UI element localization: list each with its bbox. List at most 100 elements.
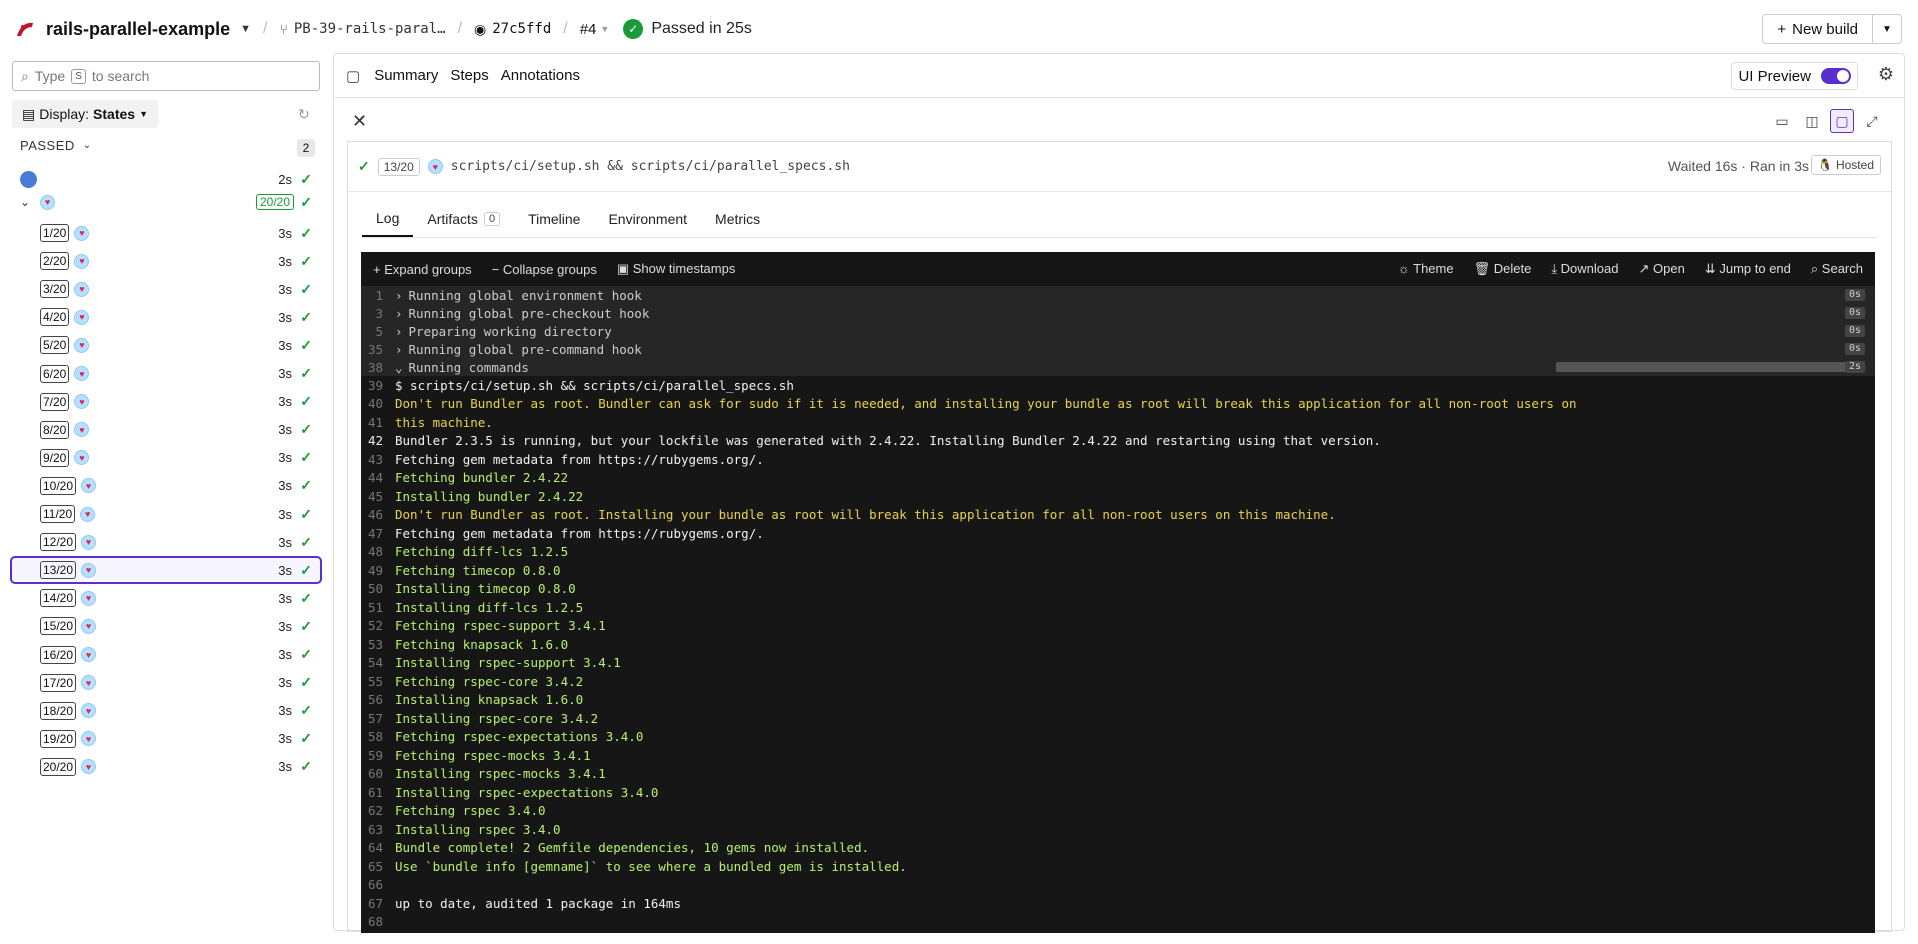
check-icon: ✓ (300, 308, 312, 325)
sidebar-job-item[interactable]: 20/20 ♥ 3s ✓ (12, 755, 320, 779)
sidebar-job-item[interactable]: 7/20 ♥ 3s ✓ (12, 390, 320, 414)
heart-emoji-icon: ♥ (74, 337, 90, 353)
job-index-chip: 6/20 (40, 364, 70, 383)
gear-icon[interactable]: ⚙ (1878, 64, 1894, 85)
full-panel-icon[interactable]: ▢ (1830, 109, 1854, 133)
sidebar-job-item[interactable]: 1/20 ♥ 3s ✓ (12, 221, 320, 245)
download-button[interactable]: ⤓ Download (1551, 261, 1618, 277)
passed-section-header[interactable]: PASSED ⌄ (20, 138, 92, 153)
sidebar-job-item[interactable]: 4/20 ♥ 3s ✓ (12, 305, 320, 329)
build-number[interactable]: #4 (580, 21, 597, 38)
heart-emoji-icon: ♥ (74, 253, 90, 269)
linux-icon: 🐧 (1817, 158, 1833, 172)
log-line: 47 Fetching gem metadata from https://rub… (361, 524, 1875, 543)
job-duration: 2s (278, 171, 292, 187)
sidebar-job-item[interactable]: 6/20 ♥ 3s ✓ (12, 362, 320, 386)
sidebar-toggle-icon[interactable]: ▢ (346, 67, 360, 85)
sidebar-job-item[interactable]: 5/20 ♥ 3s ✓ (12, 333, 320, 357)
refresh-icon[interactable]: ↻ (298, 106, 310, 123)
sidebar-parallel-group[interactable]: ⌄ ♥ 20/20 ✓ (20, 190, 320, 214)
jump-to-end-button[interactable]: ⇊ Jump to end (1705, 261, 1791, 277)
sidebar-job-item[interactable]: 3/20 ♥ 3s ✓ (12, 277, 320, 301)
heart-emoji-icon: ♥ (81, 759, 97, 775)
commit-link[interactable]: ◉ 27c5ffd (474, 21, 551, 38)
tab-annotations[interactable]: Annotations (501, 67, 580, 84)
log-line-text: Fetching rspec-support 3.4.1 (395, 618, 606, 634)
log-line-text: Bundler 2.3.5 is running, but your lockf… (395, 433, 1381, 449)
sidebar-job-item[interactable]: 19/20 ♥ 3s ✓ (12, 727, 320, 751)
line-number: 57 (367, 710, 383, 726)
sidebar-job-item[interactable]: 9/20 ♥ 3s ✓ (12, 446, 320, 470)
log-toolbar: + Expand groups − Collapse groups ▣ Show… (361, 252, 1875, 286)
log-group-title: Running global pre-checkout hook (408, 305, 650, 321)
search-log-button[interactable]: ⌕ Search (1811, 261, 1863, 277)
log-line-text: $ scripts/ci/setup.sh && scripts/ci/para… (395, 377, 794, 393)
ui-preview-switch[interactable] (1821, 68, 1851, 84)
log-line-text: Fetching gem metadata from https://rubyg… (395, 451, 764, 467)
collapse-groups-button[interactable]: − Collapse groups (492, 262, 597, 277)
display-states-button[interactable]: ▤ Display: States ▼ (12, 100, 158, 128)
sidebar-job-item[interactable]: 11/20 ♥ 3s ✓ (12, 502, 320, 526)
heart-emoji-icon: ♥ (81, 478, 97, 494)
log-line-text: Fetching diff-lcs 1.2.5 (395, 544, 569, 560)
job-duration: 3s (278, 337, 292, 353)
pipeline-name[interactable]: rails-parallel-example (46, 19, 230, 40)
line-number: 63 (367, 821, 383, 837)
sidebar-job-item[interactable]: 14/20 ♥ 3s ✓ (12, 586, 320, 610)
sidebar-job-item[interactable]: 2/20 ♥ 3s ✓ (12, 249, 320, 273)
expand-icon[interactable]: ⤢ (1860, 109, 1884, 133)
sidebar-job-item[interactable]: 16/20 ♥ 3s ✓ (12, 643, 320, 667)
build-dropdown-icon[interactable]: ▼ (600, 24, 609, 34)
log-group[interactable]: 38 ⌄ Running commands 2s (361, 358, 1875, 376)
tab-log[interactable]: Log (362, 200, 414, 237)
ui-preview-toggle[interactable]: UI Preview (1731, 62, 1858, 90)
split-bottom-icon[interactable]: ▭ (1770, 109, 1794, 133)
sidebar-job-item[interactable]: 12/20 ♥ 3s ✓ (12, 530, 320, 554)
job-duration: 3s (278, 534, 292, 550)
tab-summary[interactable]: Summary (374, 67, 438, 84)
log-line: 65 Use `bundle info [gemname]` to see whe… (361, 857, 1875, 876)
sidebar-job-item[interactable]: 13/20 ♥ 3s ✓ (10, 556, 322, 585)
log-group[interactable]: 1 › Running global environment hook 0s (361, 286, 1875, 304)
log-group[interactable]: 35 › Running global pre-command hook 0s (361, 340, 1875, 358)
new-build-button[interactable]: + New build (1763, 15, 1873, 43)
log-group[interactable]: 3 › Running global pre-checkout hook 0s (361, 304, 1875, 322)
sidebar-job-item[interactable]: 18/20 ♥ 3s ✓ (12, 699, 320, 723)
tab-steps[interactable]: Steps (450, 67, 488, 84)
sidebar-job-item[interactable]: 8/20 ♥ 3s ✓ (12, 418, 320, 442)
chevron-down-icon: ⌄ (395, 359, 403, 375)
sidebar-job-item[interactable]: 17/20 ♥ 3s ✓ (12, 671, 320, 695)
branch-link[interactable]: ⑂ PB-39-rails-paral… (279, 21, 445, 37)
artifacts-count: 0 (483, 211, 501, 226)
search-input[interactable]: ⌕ Type S to search (12, 61, 320, 91)
open-button[interactable]: ↗ Open (1639, 261, 1685, 277)
heart-emoji-icon: ♥ (74, 366, 90, 381)
sidebar-job-first[interactable]: 2s ✓ (20, 167, 320, 191)
sidebar-job-item[interactable]: 10/20 ♥ 3s ✓ (12, 474, 320, 498)
log-line: 53 Fetching knapsack 1.6.0 (361, 635, 1875, 654)
theme-button[interactable]: ☼ Theme (1398, 261, 1454, 277)
close-icon[interactable]: ✕ (352, 111, 367, 132)
job-index-chip: 15/20 (40, 617, 77, 636)
delete-button[interactable]: 🗑 Delete (1474, 261, 1532, 277)
bot-emoji-icon (20, 170, 37, 188)
log-group[interactable]: 5 › Preparing working directory 0s (361, 322, 1875, 340)
split-right-icon[interactable]: ◫ (1800, 109, 1824, 133)
separator: / (563, 20, 568, 37)
tab-timeline[interactable]: Timeline (514, 200, 594, 237)
line-number: 53 (367, 636, 383, 652)
job-command: scripts/ci/setup.sh && scripts/ci/parall… (450, 159, 850, 174)
tab-metrics[interactable]: Metrics (701, 200, 774, 237)
tab-artifacts[interactable]: Artifacts 0 (413, 200, 514, 237)
job-index-chip: 19/20 (40, 729, 77, 748)
tab-environment[interactable]: Environment (594, 200, 701, 237)
expand-groups-button[interactable]: + Expand groups (373, 262, 472, 277)
branch-name: PB-39-rails-paral… (293, 21, 446, 37)
sidebar-job-item[interactable]: 15/20 ♥ 3s ✓ (12, 614, 320, 638)
new-build-dropdown-icon[interactable]: ▼ (1873, 15, 1901, 43)
show-timestamps-button[interactable]: ▣ Show timestamps (617, 261, 736, 277)
log-line-text: this machine. (395, 414, 493, 430)
pipeline-dropdown-icon[interactable]: ▼ (240, 23, 251, 35)
chevron-down-icon[interactable]: ⌄ (20, 195, 30, 209)
heart-emoji-icon: ♥ (74, 394, 90, 410)
